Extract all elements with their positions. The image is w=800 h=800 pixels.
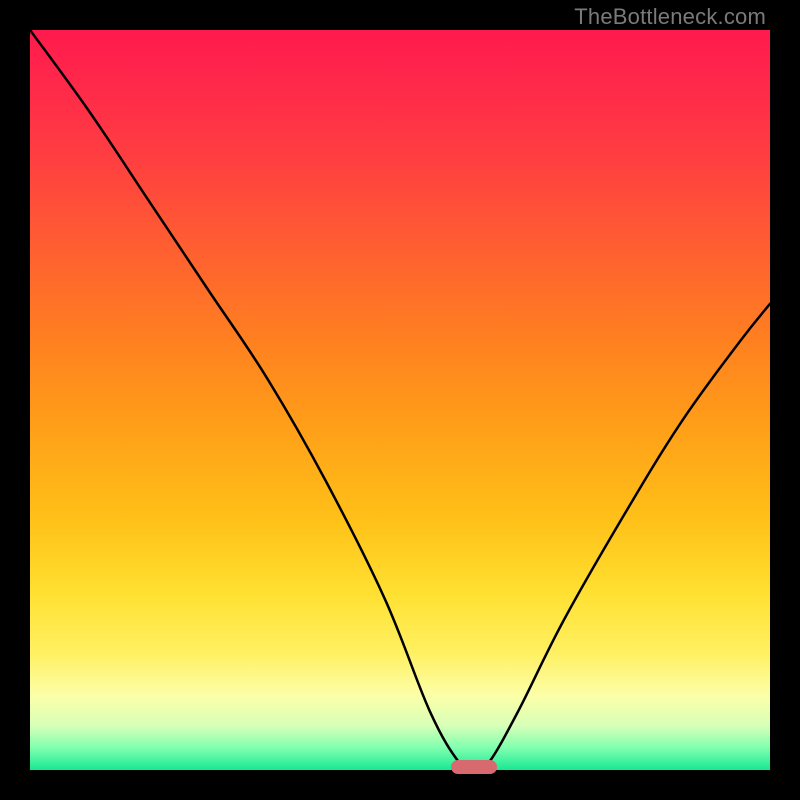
chart-frame: TheBottleneck.com [0, 0, 800, 800]
optimal-range-marker [451, 760, 497, 774]
bottleneck-curve [30, 30, 770, 770]
watermark-text: TheBottleneck.com [574, 4, 766, 30]
plot-area [30, 30, 770, 770]
curve-svg [30, 30, 770, 770]
